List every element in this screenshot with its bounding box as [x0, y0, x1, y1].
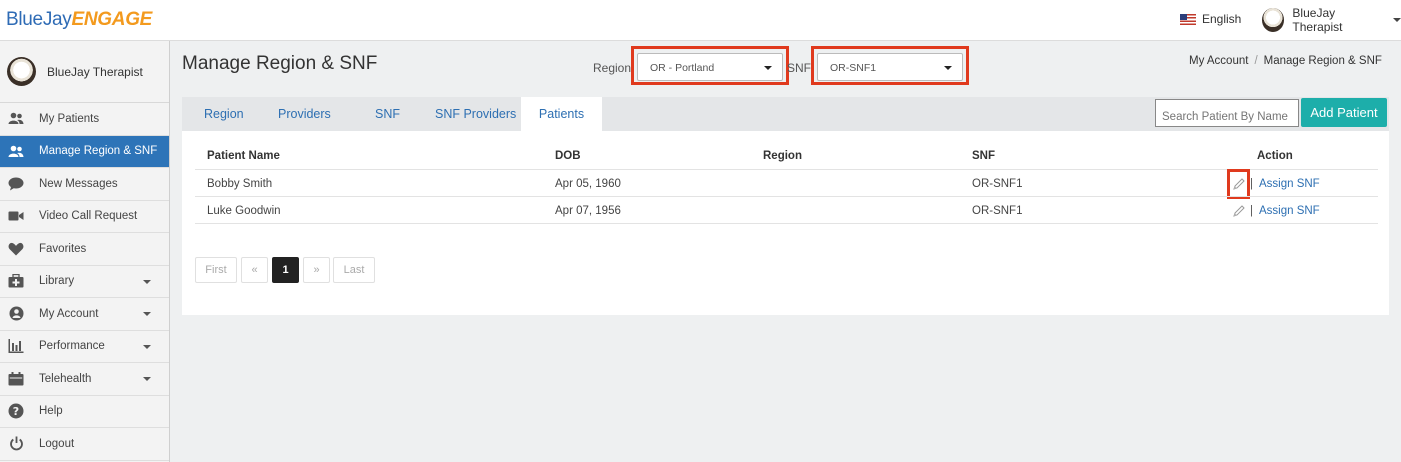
table-divider [195, 196, 1378, 197]
assign-snf-link[interactable]: Assign SNF [1259, 178, 1320, 190]
tab-region[interactable]: Region [204, 97, 244, 131]
pagination-prev[interactable]: « [241, 257, 268, 283]
sidebar-item-manage-region-snf[interactable]: Manage Region & SNF [0, 135, 169, 168]
sidebar-item-video-call-request[interactable]: Video Call Request [0, 201, 169, 233]
logo-part-2: ENGAGE [71, 9, 153, 30]
sidebar-item-label: Telehealth [39, 372, 92, 385]
cell-dob: Apr 07, 1956 [555, 205, 621, 217]
cell-patient-name: Luke Goodwin [207, 205, 281, 217]
sidebar-user-name: BlueJay Therapist [47, 64, 143, 79]
sidebar-item-library[interactable]: Library [0, 266, 169, 298]
action-separator: | [1250, 205, 1253, 217]
sidebar-item-logout[interactable]: Logout [0, 428, 169, 461]
cell-dob: Apr 05, 1960 [555, 178, 621, 190]
sidebar-item-help[interactable]: ? Help [0, 396, 169, 428]
sidebar-item-label: Manage Region & SNF [39, 145, 158, 158]
region-filter-label: Region: [593, 61, 635, 75]
top-bar: BlueJayENGAGE English BlueJay Therapist [0, 0, 1401, 41]
table-divider [195, 169, 1378, 170]
sidebar-item-label: Video Call Request [39, 210, 138, 223]
sidebar-avatar [7, 57, 36, 86]
tab-patients[interactable]: Patients [521, 97, 602, 131]
pencil-icon[interactable] [1232, 204, 1246, 218]
cell-snf: OR-SNF1 [972, 205, 1023, 217]
caret-down-icon [143, 312, 151, 316]
sidebar-item-label: Favorites [39, 242, 87, 255]
col-header-region: Region [763, 150, 802, 162]
tab-snf[interactable]: SNF [375, 97, 400, 131]
search-input[interactable] [1155, 99, 1299, 127]
sidebar-item-telehealth[interactable]: Telehealth [0, 363, 169, 396]
bar-chart-icon [8, 339, 24, 354]
snf-highlight-box [811, 46, 969, 85]
pagination-first[interactable]: First [195, 257, 237, 283]
sidebar-item-label: My Account [39, 307, 99, 320]
tab-snf-providers[interactable]: SNF Providers [435, 97, 516, 131]
user-menu[interactable]: BlueJay Therapist [1262, 6, 1401, 34]
region-highlight-box [631, 46, 789, 85]
sidebar-item-performance[interactable]: Performance [0, 331, 169, 363]
power-icon [8, 436, 24, 451]
user-circle-icon [8, 306, 24, 321]
sidebar-item-my-account[interactable]: My Account [0, 298, 169, 331]
pagination-next[interactable]: » [303, 257, 330, 283]
page-title: Manage Region & SNF [182, 53, 378, 74]
patients-icon [8, 144, 24, 158]
sidebar-item-label: Logout [39, 437, 75, 450]
patients-icon [8, 112, 24, 126]
sidebar-item-label: Help [39, 405, 63, 418]
help-icon: ? [8, 403, 24, 419]
sidebar-item-favorites[interactable]: Favorites [0, 233, 169, 266]
breadcrumb: My Account / Manage Region & SNF [1189, 55, 1382, 67]
chat-icon [8, 177, 24, 191]
logo-part-1: BlueJay [6, 9, 72, 30]
pagination-page-1[interactable]: 1 [272, 257, 299, 283]
heart-icon [8, 242, 24, 256]
caret-down-icon [143, 344, 151, 349]
col-header-patient-name: Patient Name [207, 150, 280, 162]
caret-down-icon [143, 279, 151, 284]
sidebar-item-my-patients[interactable]: My Patients [0, 103, 169, 136]
col-header-dob: DOB [555, 150, 581, 162]
add-patient-button[interactable]: Add Patient [1301, 98, 1387, 127]
cell-snf: OR-SNF1 [972, 178, 1023, 190]
action-separator: | [1250, 178, 1253, 190]
sidebar-item-new-messages[interactable]: New Messages [0, 168, 169, 201]
edit-highlight-box [1227, 169, 1250, 199]
col-header-snf: SNF [972, 150, 995, 162]
breadcrumb-current: Manage Region & SNF [1263, 55, 1382, 67]
tab-providers[interactable]: Providers [278, 97, 331, 131]
calendar-icon [8, 371, 24, 386]
sidebar-item-label: Library [39, 275, 75, 288]
cell-patient-name: Bobby Smith [207, 178, 273, 190]
language-selector[interactable]: English [1180, 12, 1241, 26]
app-logo[interactable]: BlueJayENGAGE [6, 9, 152, 31]
table-divider [195, 223, 1378, 224]
col-header-action: Action [1257, 150, 1293, 162]
language-label: English [1202, 12, 1242, 26]
sidebar-item-label: New Messages [39, 177, 118, 190]
caret-down-icon [1393, 18, 1401, 22]
sidebar-item-label: Performance [39, 340, 105, 353]
assign-snf-link[interactable]: Assign SNF [1259, 205, 1320, 217]
breadcrumb-parent[interactable]: My Account [1189, 55, 1248, 67]
sidebar-item-label: My Patients [39, 112, 100, 125]
caret-down-icon [143, 377, 151, 381]
svg-text:?: ? [13, 405, 19, 418]
video-icon [8, 209, 24, 223]
breadcrumb-separator: / [1254, 55, 1258, 67]
sidebar-user: BlueJay Therapist [0, 41, 169, 103]
avatar [1262, 8, 1285, 32]
medkit-icon [8, 274, 24, 288]
sidebar: BlueJay Therapist My Patients Manage Regi… [0, 41, 170, 462]
us-flag-icon [1180, 13, 1196, 25]
user-menu-name: BlueJay Therapist [1292, 6, 1343, 34]
pagination-last[interactable]: Last [333, 257, 375, 283]
